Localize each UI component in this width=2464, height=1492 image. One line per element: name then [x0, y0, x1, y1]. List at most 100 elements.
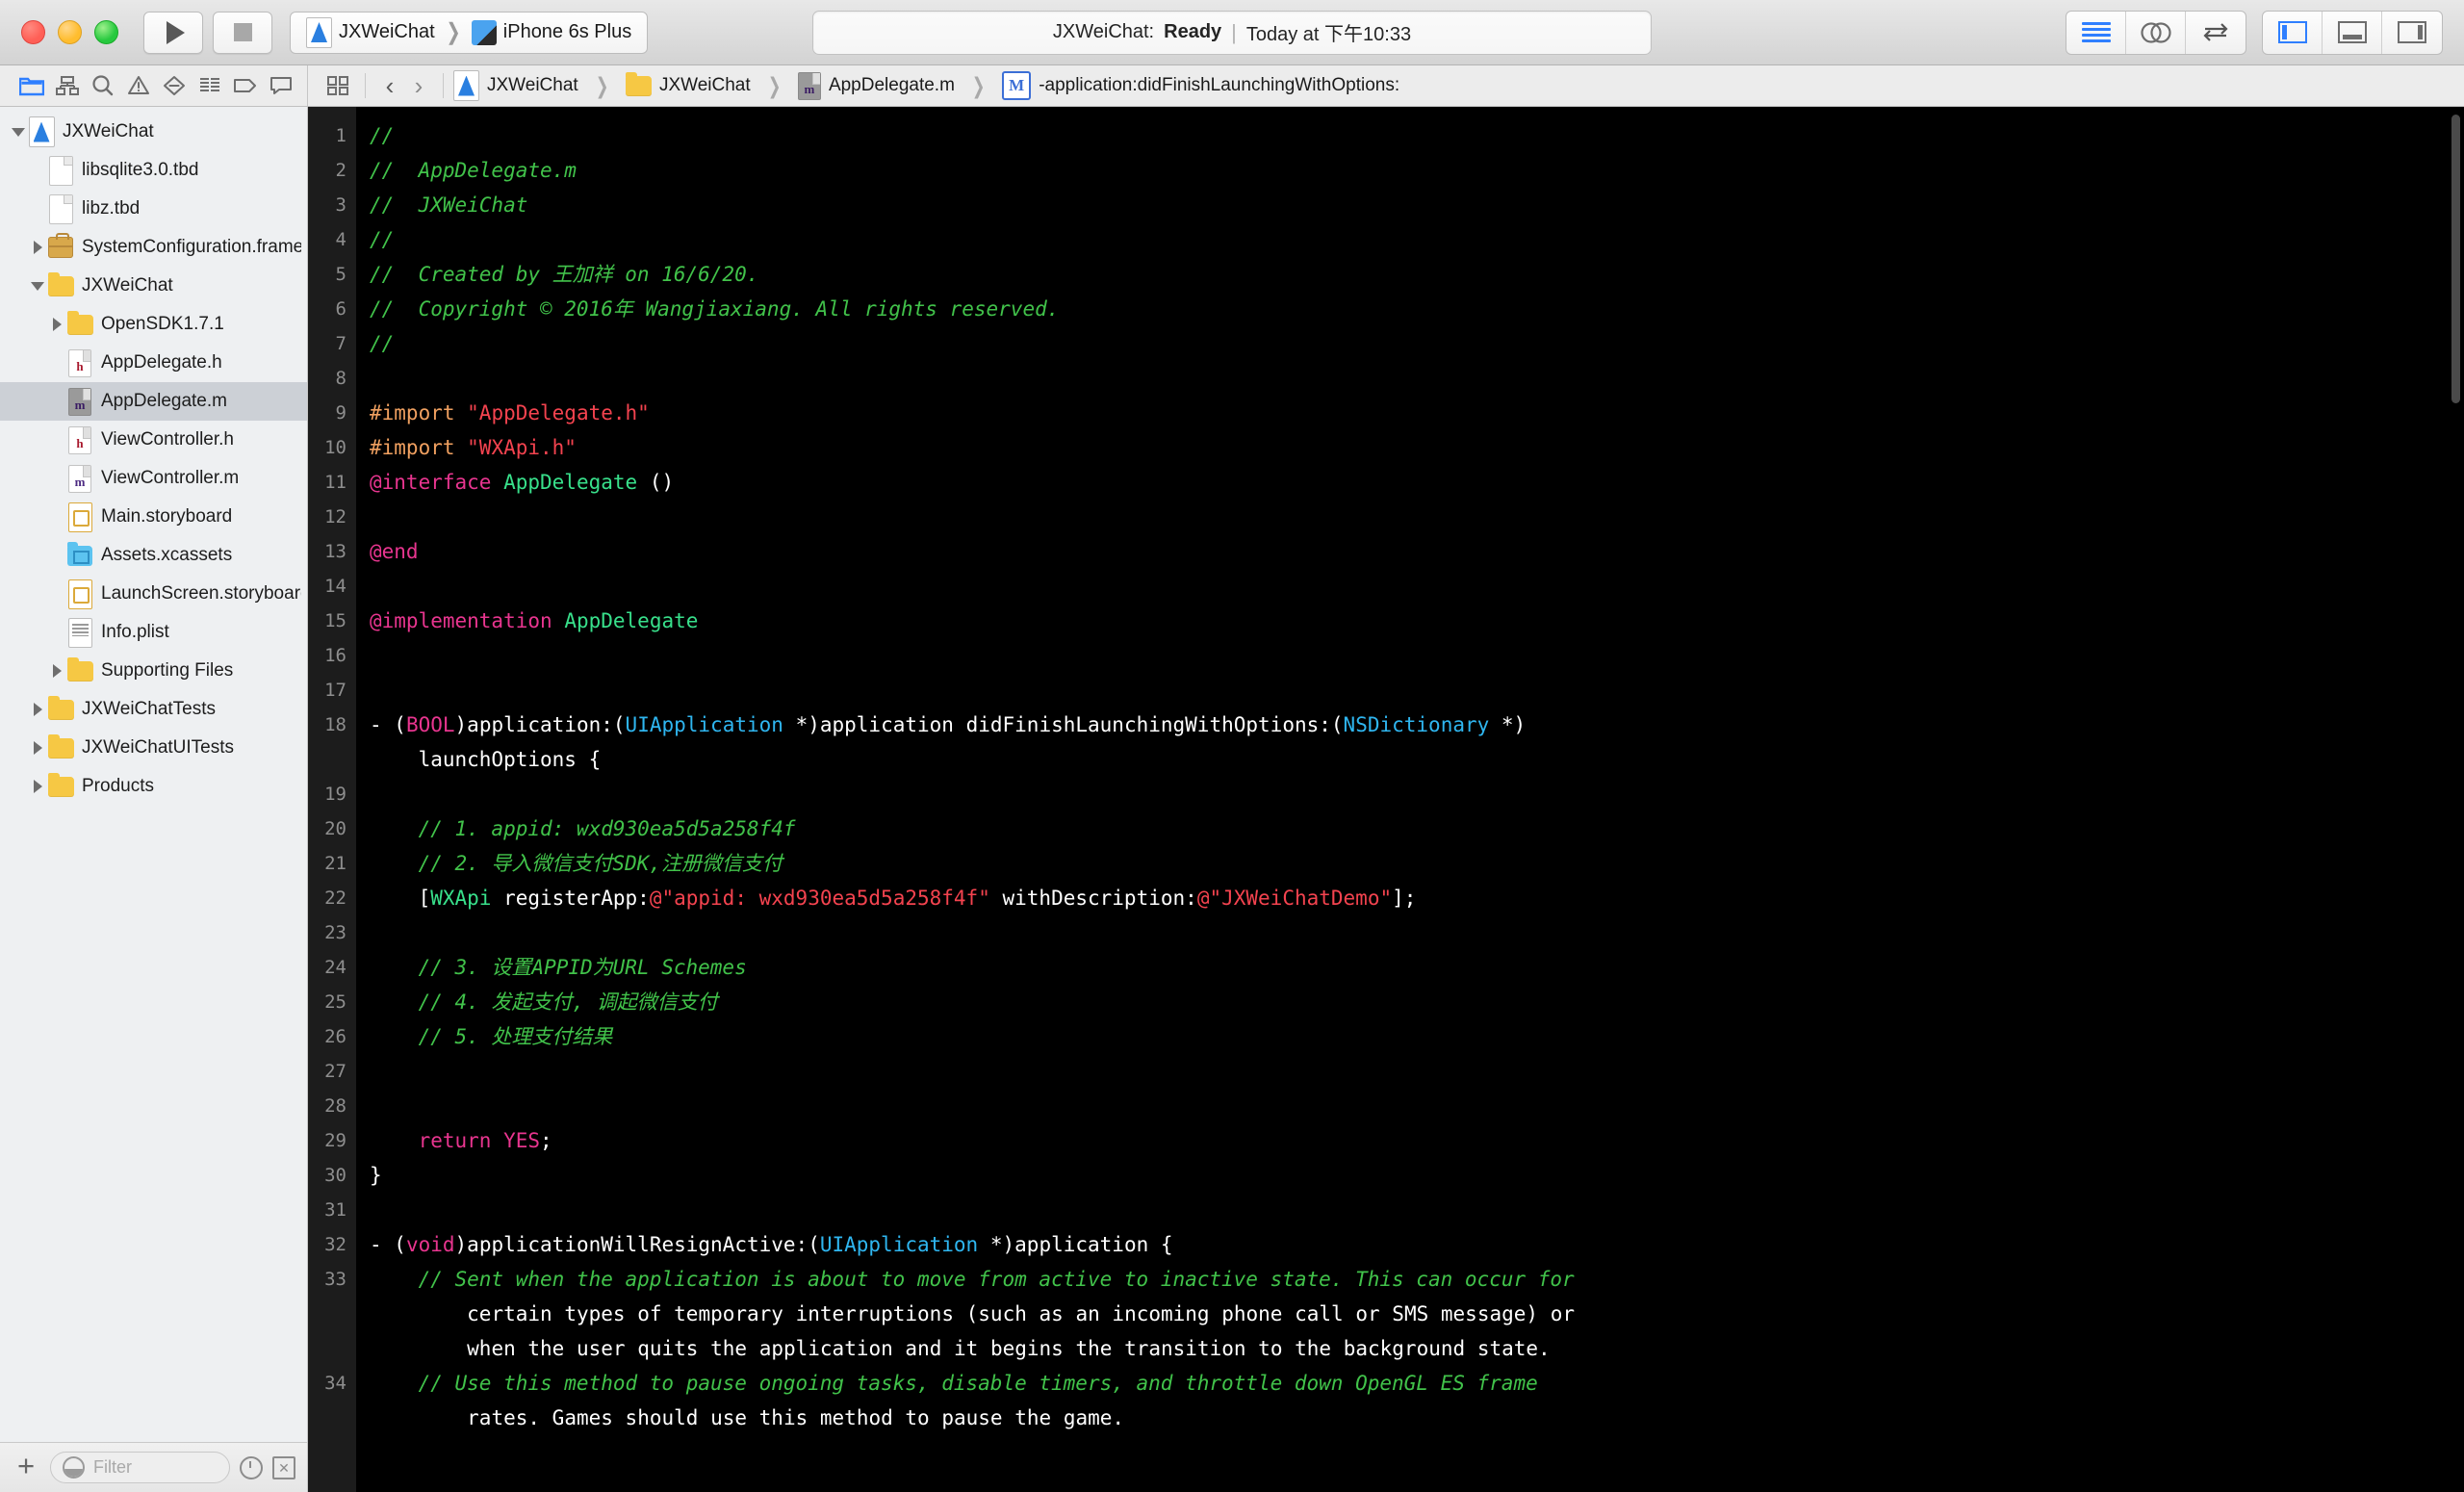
line-number: 1 [335, 125, 346, 146]
file-tree-row[interactable]: m ViewController.m [0, 459, 307, 498]
objc-file-icon: m [68, 387, 91, 416]
breadcrumb-item-group[interactable]: JXWeiChat [659, 75, 751, 96]
activity-status-bar: JXWeiChat: Ready | Today at 下午10:33 [812, 10, 1652, 55]
related-items-button[interactable] [320, 69, 355, 102]
run-button[interactable] [143, 11, 203, 54]
source-editor[interactable]: 1 2 3 4 5 6 7 8 9 10 11 12 13 14 15 16 17 18 19 20 21 22 23 24 2… [308, 107, 2464, 1492]
breadcrumb-item-file[interactable]: AppDelegate.m [829, 75, 955, 96]
file-tree-label: JXWeiChatTests [82, 699, 217, 719]
project-navigator-tab[interactable] [13, 69, 49, 102]
file-tree-row[interactable]: LaunchScreen.storyboard [0, 575, 307, 613]
source-control-icon[interactable]: ✕ [272, 1455, 295, 1479]
minimize-window-button[interactable] [58, 20, 82, 44]
line-number: 31 [324, 1199, 346, 1221]
add-file-button[interactable]: + [12, 1451, 40, 1485]
close-window-button[interactable] [21, 20, 45, 44]
clock-icon[interactable] [240, 1455, 263, 1479]
disclosure-slot [27, 741, 48, 755]
file-tree-row[interactable]: Supporting Files [0, 652, 307, 690]
breadcrumb-item-project[interactable]: JXWeiChat [487, 75, 578, 96]
zoom-window-button[interactable] [94, 20, 118, 44]
file-tree-row[interactable]: m AppDelegate.m [0, 382, 307, 421]
toolbar-right-controls [2066, 10, 2443, 55]
version-editor-button[interactable] [2186, 12, 2246, 54]
stop-button[interactable] [213, 11, 272, 54]
breadcrumb-item-symbol[interactable]: -application:didFinishLaunchingWithOptio… [1039, 75, 1399, 96]
file-tree-label: libz.tbd [82, 198, 141, 219]
line-number: 30 [324, 1165, 346, 1186]
code-line: return YES; [418, 1129, 552, 1152]
main-area: JXWeiChat libsqlite3.0.tbd libz.tbd SystemC… [0, 107, 2464, 1492]
disclosure-triangle-closed-icon[interactable] [33, 741, 42, 755]
xcode-project-icon [306, 16, 332, 48]
file-tree-row[interactable]: JXWeiChatUITests [0, 729, 307, 767]
assistant-editor-button[interactable] [2126, 11, 2186, 54]
debug-navigator-tab[interactable] [192, 69, 227, 102]
symbol-navigator-tab[interactable] [49, 69, 85, 102]
find-navigator-tab[interactable] [85, 69, 120, 102]
go-back-button[interactable]: ‹ [375, 71, 404, 100]
file-tree-row[interactable]: OpenSDK1.7.1 [0, 305, 307, 344]
editor-mode-group [2066, 10, 2246, 55]
file-tree-row[interactable]: h AppDelegate.h [0, 344, 307, 382]
file-tree-row[interactable]: Assets.xcassets [0, 536, 307, 575]
disclosure-triangle-open-icon[interactable] [12, 127, 25, 137]
disclosure-triangle-closed-icon[interactable] [52, 318, 62, 331]
disclosure-triangle-closed-icon[interactable] [52, 664, 62, 678]
disclosure-triangle-open-icon[interactable] [31, 281, 44, 291]
filter-input[interactable]: Filter [50, 1452, 230, 1483]
disclosure-triangle-closed-icon[interactable] [33, 780, 42, 793]
file-tree-row[interactable]: SystemConfiguration.framework [0, 228, 307, 267]
code-line: @implementation AppDelegate [370, 609, 699, 632]
code-content[interactable]: // // AppDelegate.m // JXWeiChat // // Creat… [356, 107, 2464, 1492]
utilities-pane-icon [2398, 21, 2426, 43]
storyboard-icon [67, 502, 92, 532]
filter-right-buttons: ✕ [240, 1455, 295, 1479]
filter-icon [63, 1456, 85, 1479]
file-tree-row[interactable]: JXWeiChat [0, 113, 307, 151]
file-tree-row[interactable]: JXWeiChat [0, 267, 307, 305]
code-line: [WXApi registerApp:@"appid: wxd930ea5d5a… [370, 887, 1417, 910]
file-tree-row[interactable]: h ViewController.h [0, 421, 307, 459]
file-tree-label: SystemConfiguration.framework [82, 237, 301, 257]
folder-icon [47, 772, 74, 797]
line-number: 26 [324, 1026, 346, 1047]
diamond-minus-icon [163, 76, 185, 95]
breakpoint-navigator-tab[interactable] [227, 69, 263, 102]
toggle-utilities-button[interactable] [2382, 12, 2442, 54]
code-line: // Copyright © 2016年 Wangjiaxiang. All r… [370, 297, 1060, 321]
toggle-debug-area-button[interactable] [2323, 11, 2382, 54]
file-tree-row[interactable]: Products [0, 767, 307, 806]
file-tree-label: LaunchScreen.storyboard [101, 583, 301, 604]
line-number: 19 [324, 784, 346, 805]
toggle-navigator-button[interactable] [2263, 11, 2323, 54]
standard-editor-button[interactable] [2066, 11, 2126, 54]
go-forward-button[interactable]: › [404, 71, 433, 100]
issue-navigator-tab[interactable] [120, 69, 156, 102]
file-tree-row[interactable]: Info.plist [0, 613, 307, 652]
folder-icon [18, 77, 44, 96]
disclosure-triangle-closed-icon[interactable] [33, 241, 42, 254]
line-number: 33 [324, 1269, 346, 1290]
file-tree-row[interactable]: libsqlite3.0.tbd [0, 151, 307, 190]
scheme-project-label: JXWeiChat [339, 21, 435, 42]
file-tree-row[interactable]: JXWeiChatTests [0, 690, 307, 729]
file-tree-row[interactable]: libz.tbd [0, 190, 307, 228]
disclosure-triangle-closed-icon[interactable] [33, 703, 42, 716]
line-number: 21 [324, 853, 346, 874]
xcode-project-icon [28, 116, 55, 147]
editor-vertical-scrollbar[interactable] [2451, 115, 2460, 403]
scheme-selector[interactable]: JXWeiChat ❯ iPhone 6s Plus [290, 11, 649, 54]
line-number: 20 [324, 818, 346, 839]
folder-icon [47, 695, 74, 720]
folder-icon [625, 71, 652, 96]
code-line: #import "WXApi.h" [370, 436, 577, 459]
report-navigator-tab[interactable] [263, 69, 298, 102]
test-navigator-tab[interactable] [156, 69, 192, 102]
file-tree-row[interactable]: Main.storyboard [0, 498, 307, 536]
line-number: 3 [335, 194, 346, 216]
warning-triangle-icon [127, 76, 149, 94]
assets-icon [67, 541, 92, 566]
